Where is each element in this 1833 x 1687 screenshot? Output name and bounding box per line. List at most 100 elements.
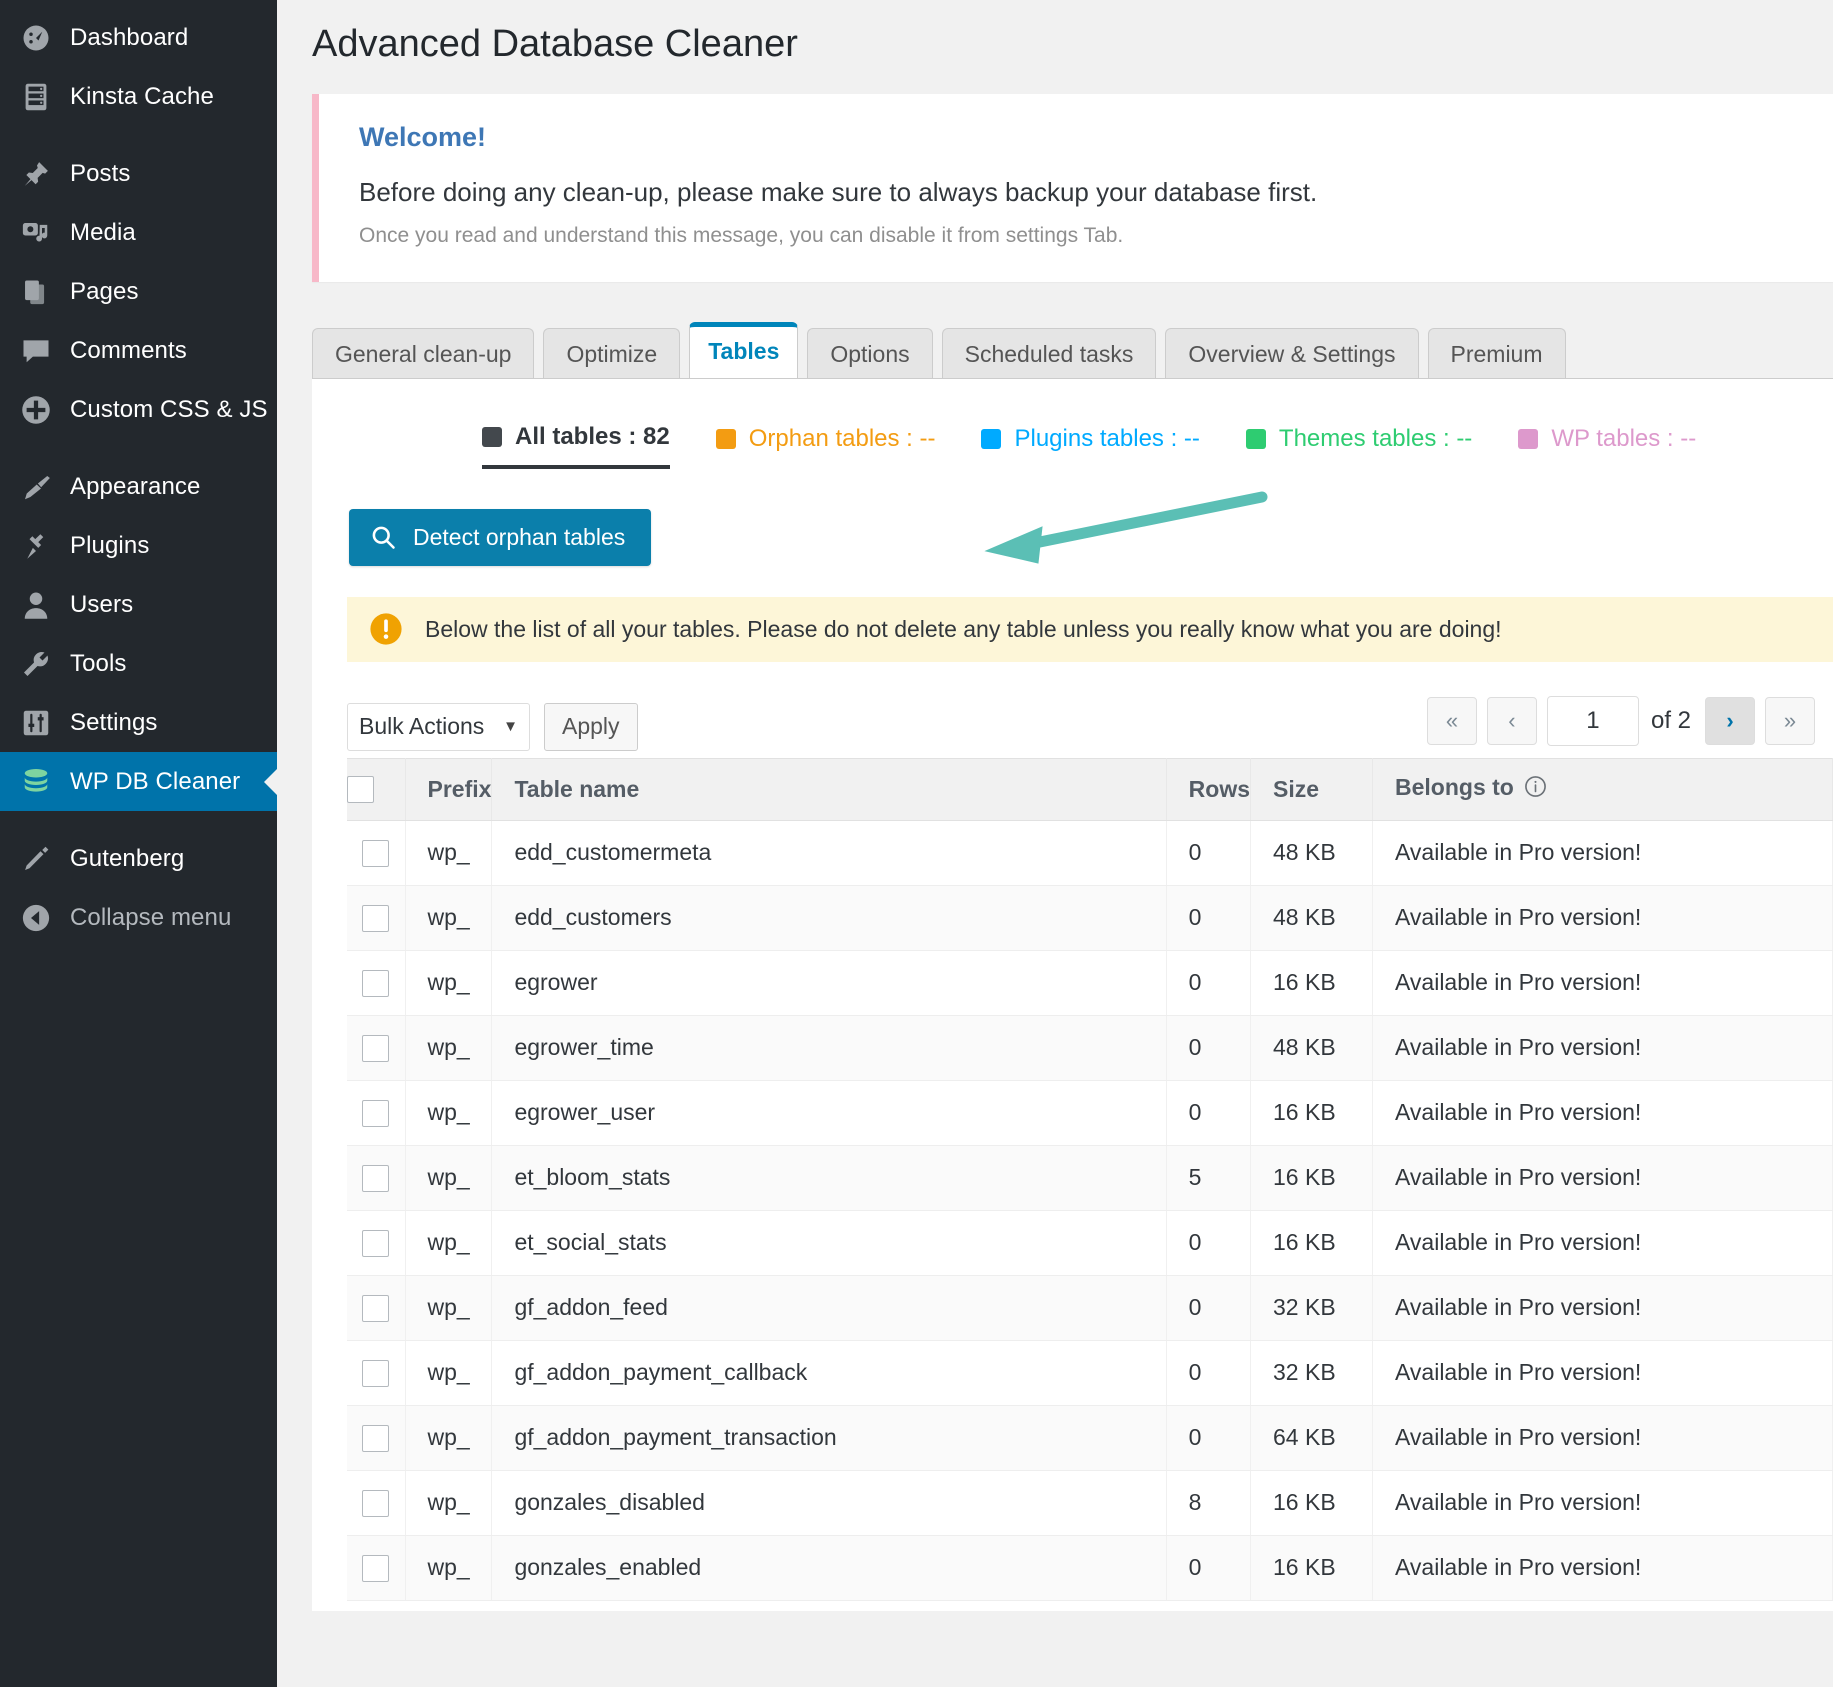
row-select-cell[interactable] bbox=[347, 1015, 405, 1080]
tab-overview-settings[interactable]: Overview & Settings bbox=[1165, 328, 1418, 378]
column-header-table-name: Table name bbox=[492, 758, 1166, 820]
pagination-last-button[interactable]: » bbox=[1765, 697, 1815, 745]
pagination-current-page-input[interactable]: 1 bbox=[1547, 696, 1639, 746]
row-select-cell[interactable] bbox=[347, 1275, 405, 1340]
sidebar-item-media[interactable]: Media bbox=[0, 203, 277, 262]
sidebar-item-appearance[interactable]: Appearance bbox=[0, 457, 277, 516]
plug-icon bbox=[12, 531, 60, 561]
row-select-cell[interactable] bbox=[347, 1210, 405, 1275]
cell-size: 48 KB bbox=[1251, 1015, 1373, 1080]
row-select-cell[interactable] bbox=[347, 885, 405, 950]
sidebar-item-dashboard[interactable]: Dashboard bbox=[0, 8, 277, 67]
apply-button[interactable]: Apply bbox=[544, 703, 638, 751]
sidebar-item-posts[interactable]: Posts bbox=[0, 144, 277, 203]
cell-rows: 0 bbox=[1166, 1210, 1250, 1275]
welcome-heading: Welcome! bbox=[359, 122, 1833, 153]
row-select-cell[interactable] bbox=[347, 1080, 405, 1145]
sidebar-item-label: Pages bbox=[70, 278, 139, 306]
sidebar-item-kinsta-cache[interactable]: Kinsta Cache bbox=[0, 67, 277, 126]
cell-size: 16 KB bbox=[1251, 1210, 1373, 1275]
pagination-next-button[interactable]: › bbox=[1705, 697, 1755, 745]
welcome-notice: Welcome! Before doing any clean-up, plea… bbox=[312, 94, 1833, 282]
row-checkbox[interactable] bbox=[362, 1100, 389, 1127]
cell-prefix: wp_ bbox=[405, 1535, 492, 1600]
cell-size: 32 KB bbox=[1251, 1275, 1373, 1340]
row-checkbox[interactable] bbox=[362, 1295, 389, 1322]
sidebar-separator bbox=[0, 439, 277, 457]
sidebar-item-custom-css-js[interactable]: Custom CSS & JS bbox=[0, 380, 277, 439]
info-icon[interactable] bbox=[1524, 777, 1547, 803]
row-checkbox[interactable] bbox=[362, 1555, 389, 1582]
sidebar-item-wp-db-cleaner[interactable]: WP DB Cleaner bbox=[0, 752, 277, 811]
row-select-cell[interactable] bbox=[347, 1340, 405, 1405]
sidebar-item-pages[interactable]: Pages bbox=[0, 262, 277, 321]
page-title: Advanced Database Cleaner bbox=[277, 0, 1833, 94]
row-select-cell[interactable] bbox=[347, 1470, 405, 1535]
sidebar-item-tools[interactable]: Tools bbox=[0, 634, 277, 693]
tab-options[interactable]: Options bbox=[807, 328, 932, 378]
cell-size: 48 KB bbox=[1251, 885, 1373, 950]
pagination-prev-button[interactable]: ‹ bbox=[1487, 697, 1537, 745]
tab-tables[interactable]: Tables bbox=[689, 322, 798, 378]
row-checkbox[interactable] bbox=[362, 1035, 389, 1062]
row-checkbox[interactable] bbox=[362, 1230, 389, 1257]
detect-orphan-tables-button[interactable]: Detect orphan tables bbox=[349, 509, 651, 566]
row-checkbox[interactable] bbox=[362, 1425, 389, 1452]
row-select-cell[interactable] bbox=[347, 1405, 405, 1470]
row-checkbox[interactable] bbox=[362, 840, 389, 867]
wrench-icon bbox=[12, 649, 60, 679]
legend-item-plugins-tables[interactable]: Plugins tables : -- bbox=[981, 425, 1199, 467]
cell-rows: 8 bbox=[1166, 1470, 1250, 1535]
legend-label: Themes tables : -- bbox=[1279, 425, 1472, 453]
sidebar-item-gutenberg[interactable]: Gutenberg bbox=[0, 829, 277, 888]
cell-table-name: gonzales_disabled bbox=[492, 1470, 1166, 1535]
cell-belongs-to: Available in Pro version! bbox=[1373, 1405, 1833, 1470]
tab-optimize[interactable]: Optimize bbox=[543, 328, 680, 378]
row-checkbox[interactable] bbox=[362, 905, 389, 932]
table-row: wp_gonzales_disabled816 KBAvailable in P… bbox=[347, 1470, 1833, 1535]
row-checkbox[interactable] bbox=[362, 1165, 389, 1192]
sidebar-item-plugins[interactable]: Plugins bbox=[0, 516, 277, 575]
cell-prefix: wp_ bbox=[405, 1015, 492, 1080]
sidebar-item-comments[interactable]: Comments bbox=[0, 321, 277, 380]
tab-general-clean-up[interactable]: General clean-up bbox=[312, 328, 534, 378]
sidebar-item-settings[interactable]: Settings bbox=[0, 693, 277, 752]
legend-item-orphan-tables[interactable]: Orphan tables : -- bbox=[716, 425, 936, 467]
cell-belongs-to: Available in Pro version! bbox=[1373, 1015, 1833, 1080]
database-tables-table: PrefixTable nameRowsSizeBelongs to wp_ed… bbox=[347, 758, 1833, 1601]
cell-table-name: et_social_stats bbox=[492, 1210, 1166, 1275]
row-select-cell[interactable] bbox=[347, 950, 405, 1015]
tab-premium[interactable]: Premium bbox=[1428, 328, 1566, 378]
cell-size: 32 KB bbox=[1251, 1340, 1373, 1405]
table-row: wp_egrower_user016 KBAvailable in Pro ve… bbox=[347, 1080, 1833, 1145]
row-checkbox[interactable] bbox=[362, 970, 389, 997]
cell-prefix: wp_ bbox=[405, 950, 492, 1015]
detect-orphan-section: Detect orphan tables bbox=[312, 469, 1833, 589]
column-header-label: Belongs to bbox=[1395, 774, 1514, 800]
legend-item-wp-tables[interactable]: WP tables : -- bbox=[1518, 425, 1696, 467]
cell-prefix: wp_ bbox=[405, 1210, 492, 1275]
legend-item-all-tables[interactable]: All tables : 82 bbox=[482, 423, 670, 469]
tab-scheduled-tasks[interactable]: Scheduled tasks bbox=[942, 328, 1157, 378]
warning-notice: Below the list of all your tables. Pleas… bbox=[347, 597, 1833, 662]
sidebar-item-collapse-menu[interactable]: Collapse menu bbox=[0, 888, 277, 947]
pagination: « ‹ 1 of 2 › » bbox=[1427, 696, 1825, 746]
row-select-cell[interactable] bbox=[347, 1145, 405, 1210]
cell-rows: 0 bbox=[1166, 1405, 1250, 1470]
welcome-line-1: Before doing any clean-up, please make s… bbox=[359, 177, 1833, 208]
cell-belongs-to: Available in Pro version! bbox=[1373, 885, 1833, 950]
sidebar-item-label: Settings bbox=[70, 709, 158, 737]
annotation-arrow bbox=[972, 489, 1272, 579]
legend-item-themes-tables[interactable]: Themes tables : -- bbox=[1246, 425, 1472, 467]
column-header-select-all[interactable] bbox=[347, 758, 405, 820]
row-select-cell[interactable] bbox=[347, 820, 405, 885]
bulk-actions-select[interactable]: Bulk Actions ▼ bbox=[347, 703, 530, 751]
dashboard-icon bbox=[12, 23, 60, 53]
brush-icon bbox=[12, 472, 60, 502]
sidebar-item-users[interactable]: Users bbox=[0, 575, 277, 634]
select-all-checkbox[interactable] bbox=[347, 776, 374, 803]
row-select-cell[interactable] bbox=[347, 1535, 405, 1600]
row-checkbox[interactable] bbox=[362, 1490, 389, 1517]
row-checkbox[interactable] bbox=[362, 1360, 389, 1387]
pagination-first-button[interactable]: « bbox=[1427, 697, 1477, 745]
